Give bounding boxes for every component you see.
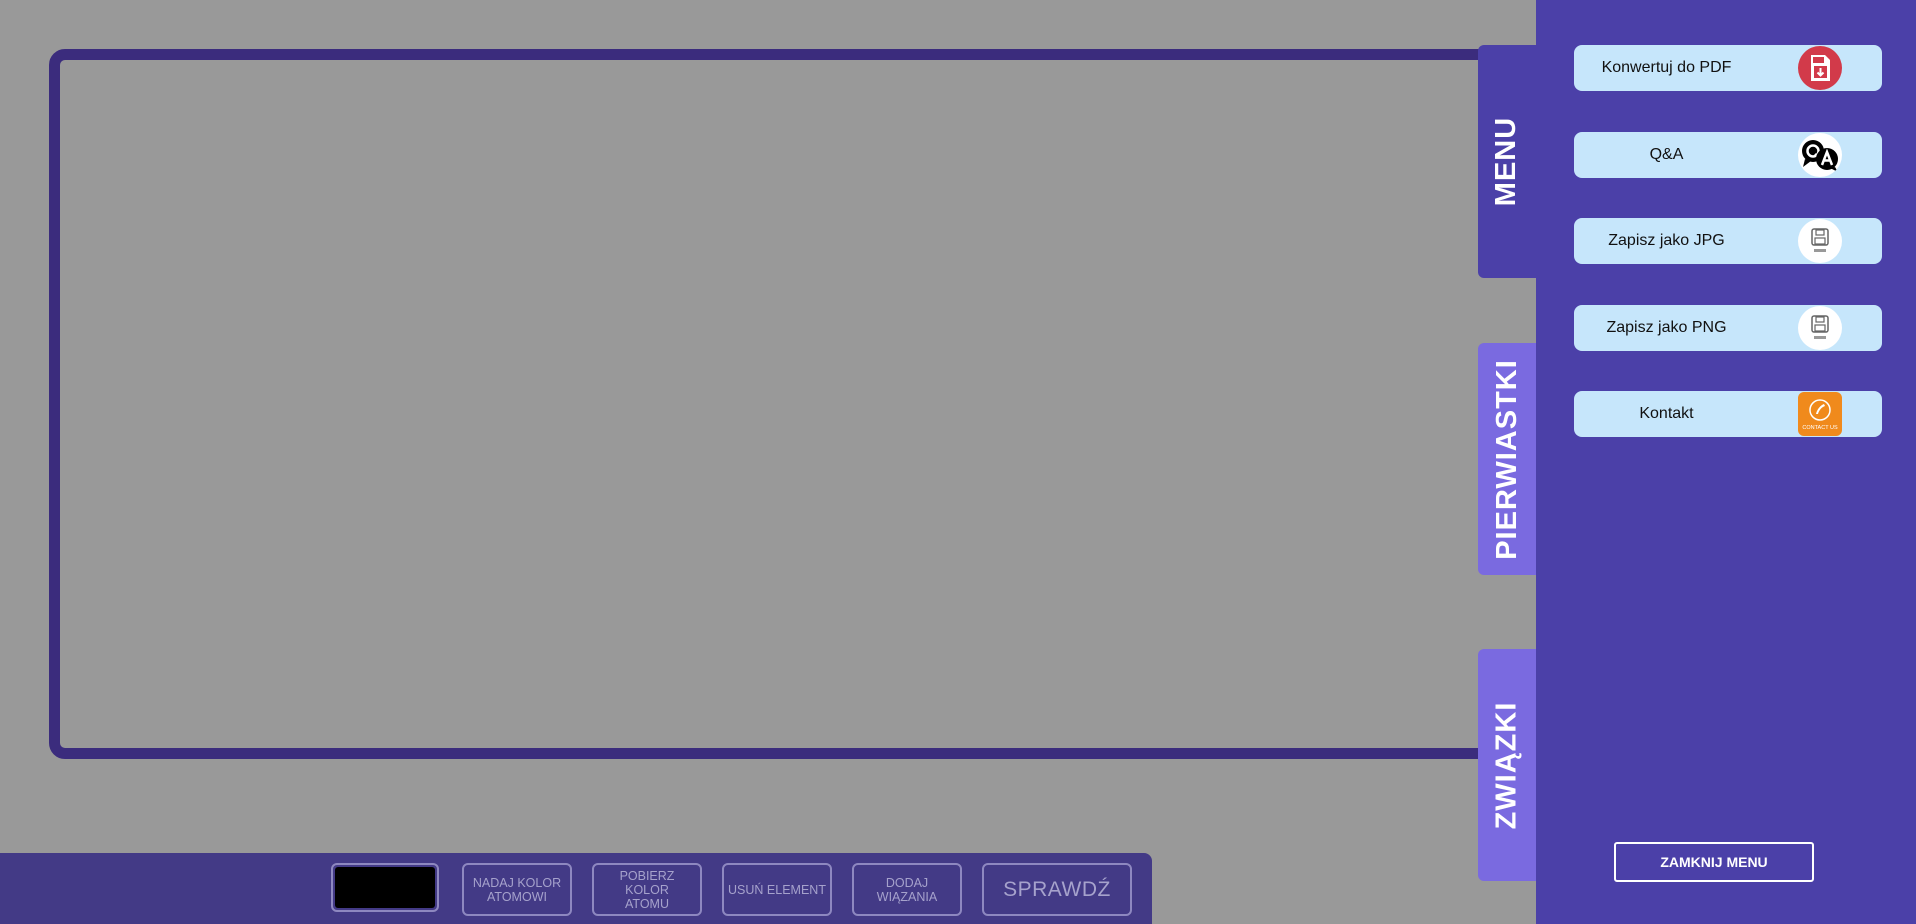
add-bonds-button[interactable]: DODAJ WIĄZANIA: [852, 863, 962, 916]
close-menu-button[interactable]: ZAMKNIJ MENU: [1614, 842, 1814, 882]
check-button[interactable]: SPRAWDŹ: [982, 863, 1132, 916]
menu-item-save-jpg[interactable]: Zapisz jako JPG: [1574, 218, 1882, 264]
tab-menu-label: MENU: [1490, 116, 1523, 207]
menu-item-label: Zapisz jako JPG: [1608, 232, 1725, 249]
menu-item-pdf[interactable]: Konwertuj do PDF: [1574, 45, 1882, 91]
save-icon: [1798, 219, 1842, 263]
tab-elements[interactable]: PIERWIASTKI: [1478, 343, 1536, 575]
tab-compounds-label: ZWIĄZKI: [1490, 701, 1523, 829]
pick-color-button[interactable]: POBIERZ KOLOR ATOMU: [592, 863, 702, 916]
menu-panel: Konwertuj do PDF Q&A Zapisz jako JPG Zap…: [1536, 0, 1916, 924]
color-picker[interactable]: [331, 863, 439, 912]
pdf-download-icon: [1798, 46, 1842, 90]
menu-item-contact[interactable]: Kontakt CONTACT US: [1574, 391, 1882, 437]
menu-item-label: Q&A: [1649, 146, 1684, 163]
menu-item-label: Kontakt: [1639, 405, 1694, 422]
bottom-toolbar: NADAJ KOLOR ATOMOWI POBIERZ KOLOR ATOMU US…: [0, 853, 1152, 924]
contact-icon-text: CONTACT US: [1802, 425, 1838, 431]
menu-item-label: Konwertuj do PDF: [1601, 59, 1732, 76]
drawing-canvas[interactable]: [49, 49, 1571, 759]
menu-item-qa[interactable]: Q&A: [1574, 132, 1882, 178]
tab-elements-label: PIERWIASTKI: [1490, 358, 1523, 560]
color-picker-swatch: [335, 867, 435, 908]
delete-element-button[interactable]: USUŃ ELEMENT: [722, 863, 832, 916]
save-icon: [1798, 306, 1842, 350]
tab-menu[interactable]: MENU: [1478, 45, 1536, 278]
menu-item-save-png[interactable]: Zapisz jako PNG: [1574, 305, 1882, 351]
assign-color-button[interactable]: NADAJ KOLOR ATOMOWI: [462, 863, 572, 916]
qa-icon: [1798, 133, 1842, 177]
menu-item-label: Zapisz jako PNG: [1606, 319, 1727, 336]
contact-icon: CONTACT US: [1798, 392, 1842, 436]
tab-compounds[interactable]: ZWIĄZKI: [1478, 649, 1536, 881]
